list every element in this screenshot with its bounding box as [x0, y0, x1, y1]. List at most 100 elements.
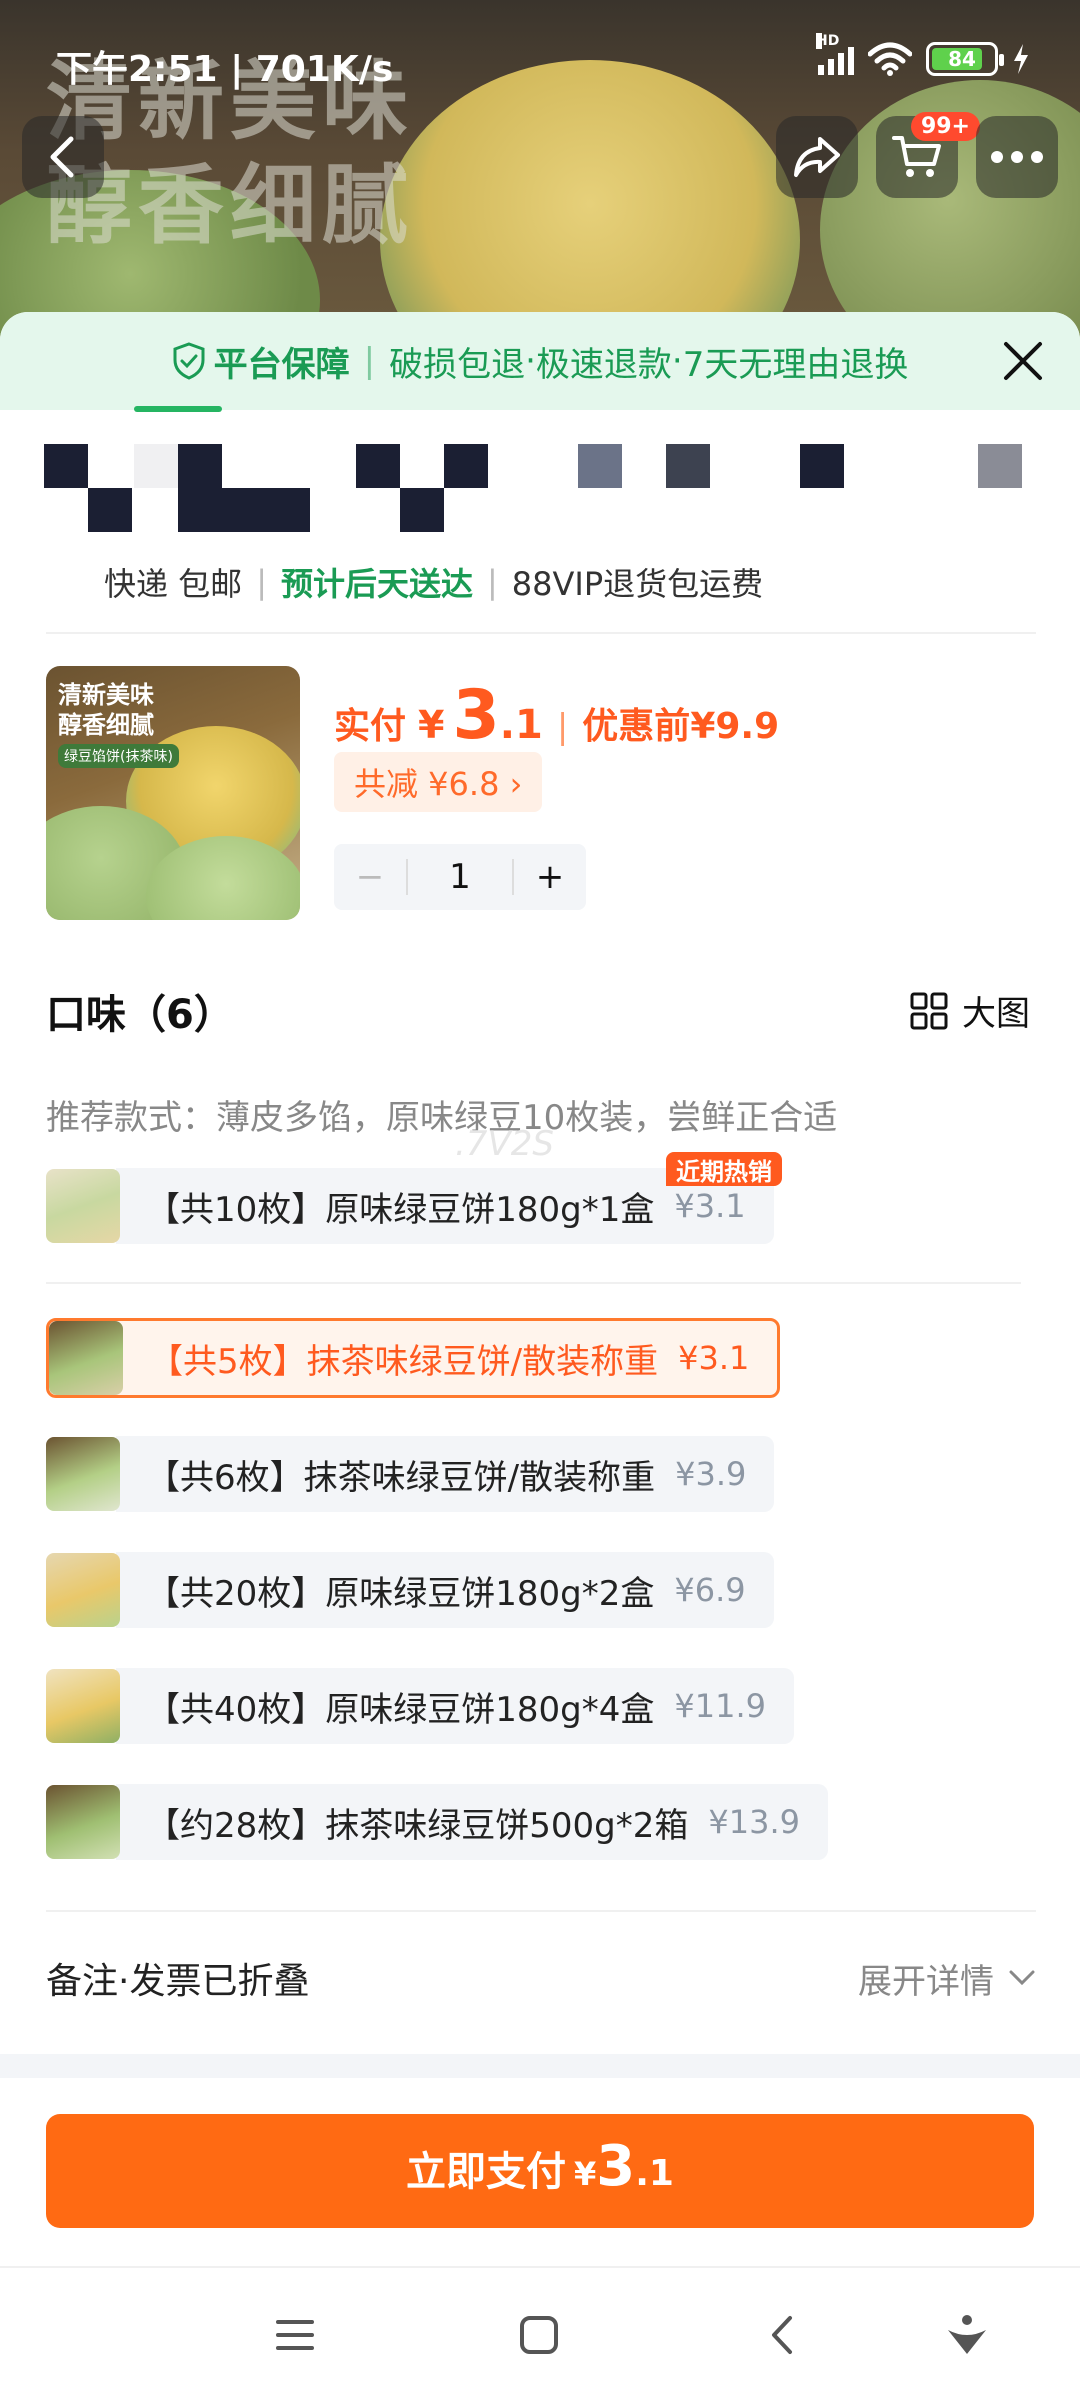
decrease-button[interactable]: −: [334, 857, 406, 897]
guarantee-dot: ·: [525, 341, 536, 381]
large-image-label: 大图: [962, 994, 1030, 1034]
accessibility-icon[interactable]: [942, 2310, 992, 2360]
price-decimal: .1: [499, 702, 543, 748]
cart-button[interactable]: 99+: [876, 112, 980, 198]
option-body: 【共40枚】原味绿豆饼180g*4盒 ¥11.9: [116, 1668, 794, 1744]
shipping-divider: |: [256, 563, 267, 601]
hot-selling-badge: 近期热销: [666, 1152, 782, 1186]
guarantee-scroll-indicator: [134, 406, 222, 412]
large-image-toggle[interactable]: 大图: [910, 986, 1030, 1035]
option-price: ¥13.9: [708, 1803, 800, 1841]
share-button[interactable]: [776, 116, 858, 198]
price-line: 实付 ¥ 3 .1 | 优惠前 ¥9.9: [334, 676, 779, 755]
option-thumbnail: [46, 1669, 120, 1743]
option-body: 【共6枚】抹茶味绿豆饼/散装称重 ¥3.9: [116, 1436, 775, 1512]
expand-details[interactable]: 展开详情: [858, 1954, 1036, 2003]
divider: [46, 1910, 1036, 1912]
guarantee-title: 平台保障: [213, 344, 350, 385]
option-price: ¥11.9: [674, 1687, 766, 1725]
home-icon[interactable]: [514, 2310, 564, 2360]
option-label: 【共6枚】抹茶味绿豆饼/散装称重: [146, 1457, 656, 1498]
thumbnail-title-line: 清新美味: [58, 681, 154, 709]
back-button[interactable]: [22, 116, 104, 198]
option-thumbnail: [49, 1321, 123, 1395]
section-separator: [0, 2054, 1080, 2078]
watermark-text: .7V2S: [455, 1124, 554, 1164]
charging-icon: [1014, 44, 1028, 74]
flavor-option[interactable]: 【共6枚】抹茶味绿豆饼/散装称重 ¥3.9: [46, 1436, 775, 1512]
flavor-option-selected[interactable]: 【共5枚】抹茶味绿豆饼/散装称重 ¥3.1: [46, 1318, 781, 1398]
option-price: ¥3.1: [674, 1187, 746, 1225]
order-sheet: 平台保障 | 破损包退 · 极速退款 · 7天无理由退换 快递 包邮 | 预计后…: [0, 312, 1080, 2400]
option-price: ¥3.9: [675, 1455, 747, 1493]
remark-label: 备注·发票已折叠: [46, 1961, 310, 2002]
guarantee-item: 极速退款: [535, 344, 672, 385]
grid-icon: [910, 992, 948, 1029]
option-label: 【共10枚】原味绿豆饼180g*1盒: [146, 1189, 655, 1230]
pay-currency: ¥: [574, 2155, 597, 2193]
chevron-down-icon: [1009, 1970, 1035, 1986]
nav-back-icon[interactable]: [758, 2310, 808, 2360]
option-label: 【约28枚】抹茶味绿豆饼500g*2箱: [146, 1805, 689, 1846]
price-divider: |: [556, 707, 569, 747]
thumbnail-tag: 绿豆馅饼(抹茶味): [58, 744, 179, 768]
shield-check-icon: [173, 342, 205, 380]
more-button[interactable]: [976, 116, 1058, 198]
flavor-option[interactable]: 【约28枚】抹茶味绿豆饼500g*2箱 ¥13.9: [46, 1784, 828, 1860]
divider: [46, 632, 1036, 634]
option-label: 【共5枚】抹茶味绿豆饼/散装称重: [149, 1341, 659, 1382]
pay-label: 实付: [334, 706, 407, 747]
quantity-stepper: − 1 +: [334, 844, 586, 910]
platform-guarantee-bar[interactable]: 平台保障 | 破损包退 · 极速退款 · 7天无理由退换: [0, 312, 1080, 410]
flavor-section-title: 口味（6）: [46, 992, 234, 1038]
discount-detail-chip[interactable]: 共减 ¥6.8 ›: [334, 752, 543, 812]
option-thumbnail: [46, 1785, 120, 1859]
product-thumbnail[interactable]: 清新美味 醇香细腻 绿豆馅饼(抹茶味): [46, 666, 300, 920]
recommendation-hint: 推荐款式：薄皮多馅，原味绿豆10枚装，尝鲜正合适: [46, 1098, 838, 1138]
pay-now-button[interactable]: 立即支付 ¥ 3 .1: [46, 2114, 1034, 2228]
cart-count-badge: 99+: [910, 112, 980, 141]
shipping-divider: |: [486, 563, 498, 601]
pay-now-label: 立即支付: [406, 2149, 567, 2195]
remark-invoice-row[interactable]: 备注·发票已折叠 展开详情: [46, 1952, 1036, 2004]
wifi-icon: [868, 42, 912, 76]
shipping-info-row: 快递 包邮 | 预计后天送达 | 88VIP退货包运费: [104, 560, 763, 604]
close-icon[interactable]: [1002, 340, 1044, 382]
battery-icon: 84: [926, 42, 1004, 76]
option-body: 【共5枚】抹茶味绿豆饼/散装称重 ¥3.1: [119, 1320, 777, 1396]
option-body: 【共20枚】原味绿豆饼180g*2盒 ¥6.9: [116, 1552, 774, 1628]
back-icon: [50, 136, 74, 178]
option-label: 【共40枚】原味绿豆饼180g*4盒: [146, 1689, 655, 1730]
pay-area: 立即支付 ¥ 3 .1: [0, 2078, 1080, 2268]
thumbnail-title-line: 醇香细腻: [58, 711, 154, 739]
option-price: ¥6.9: [674, 1571, 746, 1609]
more-icon: [991, 151, 1043, 163]
option-thumbnail: [46, 1437, 120, 1511]
delivery-estimate: 预计后天送达: [280, 565, 473, 603]
option-thumbnail: [46, 1553, 120, 1627]
status-bar: 下午2:51 | 701K/s HD 84: [0, 0, 1080, 120]
pay-price-decimal: .1: [635, 2153, 674, 2194]
flavor-option[interactable]: 【共40枚】原味绿豆饼180g*4盒 ¥11.9: [46, 1668, 794, 1744]
menu-icon[interactable]: [270, 2310, 320, 2360]
price-integer: 3: [452, 676, 500, 755]
pay-price-integer: 3: [596, 2134, 636, 2199]
guarantee-dot: ·: [671, 341, 683, 381]
before-discount-price: ¥9.9: [690, 706, 780, 747]
before-discount-label: 优惠前: [582, 706, 691, 747]
signal-icon: HD: [816, 33, 854, 75]
increase-button[interactable]: +: [514, 857, 586, 897]
option-body: 【约28枚】抹茶味绿豆饼500g*2箱 ¥13.9: [116, 1784, 828, 1860]
guarantee-item: 7天无理由退换: [682, 344, 909, 385]
vip-return-shipping: 88VIP退货包运费: [511, 565, 764, 603]
currency-symbol: ¥: [418, 703, 445, 747]
status-icons: HD 84: [816, 33, 1030, 76]
quantity-value[interactable]: 1: [406, 859, 514, 895]
status-time: 下午2:51 | 701K/s: [56, 49, 394, 90]
flavor-option[interactable]: 【共20枚】原味绿豆饼180g*2盒 ¥6.9: [46, 1552, 774, 1628]
thumbnail-title: 清新美味 醇香细腻: [58, 680, 154, 740]
hd-label: HD: [816, 33, 840, 49]
expand-details-label: 展开详情: [858, 1961, 994, 2002]
battery-level: 84: [948, 47, 976, 71]
flavor-option[interactable]: 【共10枚】原味绿豆饼180g*1盒 ¥3.1: [46, 1168, 774, 1244]
